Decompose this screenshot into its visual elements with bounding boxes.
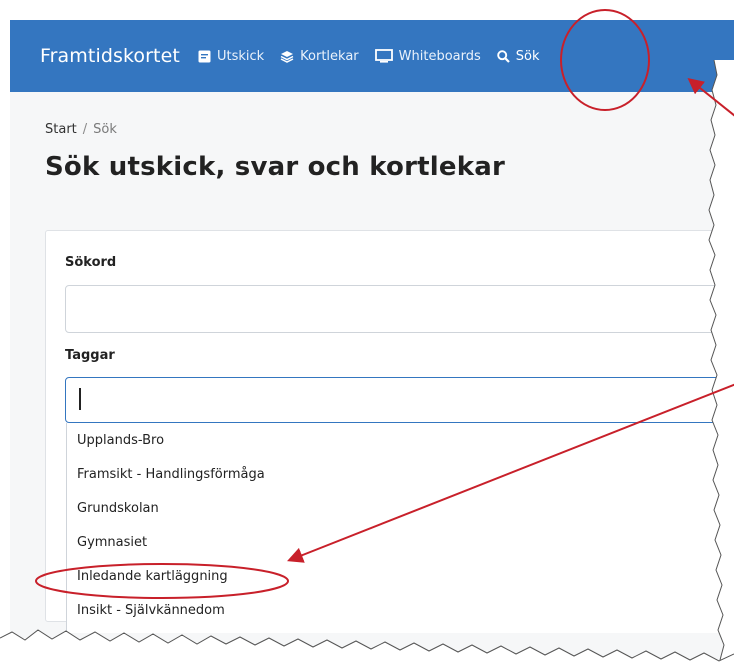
app-screenshot: Framtidskortet Utskick Kortlekar Whitebo… — [10, 20, 734, 670]
dropdown-option[interactable]: Gymnasiet — [67, 525, 734, 559]
nav-link-whiteboards[interactable]: Whiteboards — [374, 48, 481, 64]
nav-link-utskick[interactable]: Utskick — [198, 49, 264, 64]
keyword-input[interactable] — [65, 285, 734, 333]
nav-link-label: Utskick — [216, 48, 265, 64]
search-form-card: Sökord Taggar Upplands-Bro Framsikt - Ha… — [45, 230, 734, 633]
dropdown-option[interactable]: Upplands-Bro — [67, 423, 734, 457]
tags-label: Taggar — [65, 348, 115, 363]
brand-link[interactable]: Framtidskortet — [40, 45, 180, 67]
layers-icon — [280, 50, 294, 63]
dropdown-option[interactable]: Insikt - Självkännedom — [67, 593, 734, 627]
search-icon — [497, 49, 510, 63]
nav-link-kortlekar[interactable]: Kortlekar — [280, 49, 359, 64]
top-navbar: Framtidskortet Utskick Kortlekar Whitebo… — [10, 20, 734, 92]
nav-links: Utskick Kortlekar Whiteboards Sök — [198, 49, 556, 64]
nav-link-label: Sök — [515, 48, 540, 64]
nav-link-sok[interactable]: Sök — [497, 49, 540, 64]
tags-dropdown: Upplands-Bro Framsikt - Handlingsförmåga… — [66, 423, 734, 633]
breadcrumb-home[interactable]: Start — [45, 122, 77, 137]
page-title: Sök utskick, svar och kortlekar — [45, 152, 505, 182]
nav-link-label: Whiteboards — [398, 48, 481, 64]
nav-link-label: Kortlekar — [300, 48, 359, 64]
keyword-label: Sökord — [65, 255, 117, 270]
dropdown-option-inledande[interactable]: Inledande kartläggning — [67, 559, 734, 593]
screen-icon — [374, 49, 393, 63]
breadcrumb: Start / Sök — [45, 122, 117, 137]
newsletter-icon — [198, 50, 211, 63]
dropdown-option[interactable]: Framsikt - Handlingsförmåga — [67, 457, 734, 491]
tags-input[interactable] — [65, 377, 734, 423]
dropdown-option[interactable]: Grundskolan — [67, 491, 734, 525]
breadcrumb-separator: / — [82, 122, 88, 137]
breadcrumb-current: Sök — [93, 122, 117, 137]
text-caret — [79, 388, 81, 410]
